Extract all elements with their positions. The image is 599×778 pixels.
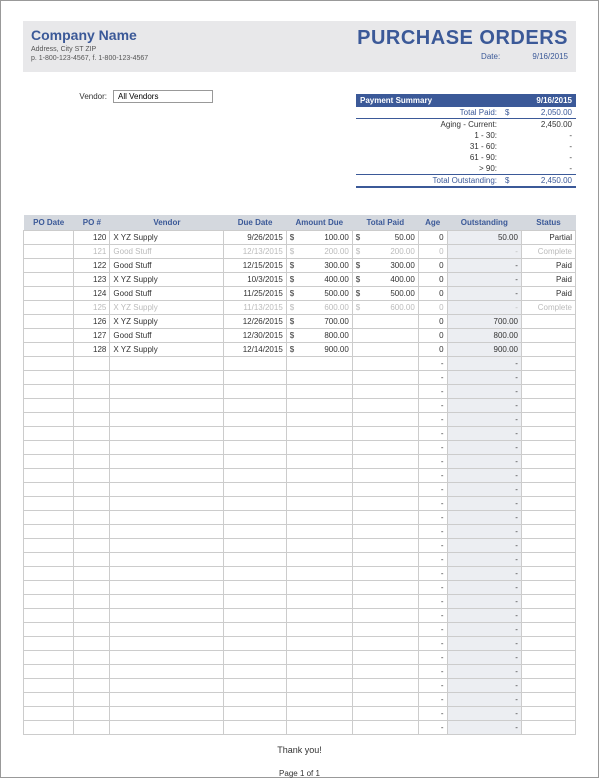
col-age: Age (418, 215, 447, 231)
company-phone: p. 1-800-123-4567, f. 1-800-123-4567 (31, 55, 148, 62)
table-row: -- (24, 567, 576, 581)
table-row: 126X YZ Supply12/26/2015$700.000700.00 (24, 315, 576, 329)
col-vendor: Vendor (110, 215, 224, 231)
company-address: Address, City ST ZIP (31, 46, 148, 53)
ps-aging-90plus: > 90: - (356, 163, 576, 174)
payment-summary: Payment Summary 9/16/2015 Total Paid: $ … (356, 94, 576, 188)
table-row: -- (24, 623, 576, 637)
table-row: -- (24, 665, 576, 679)
page-number: Page 1 of 1 (23, 769, 576, 778)
table-row: -- (24, 721, 576, 735)
table-row: -- (24, 693, 576, 707)
col-due-date: Due Date (224, 215, 286, 231)
table-row: 124Good Stuff11/25/2015$500.00$500.000-P… (24, 287, 576, 301)
ps-heading-date: 9/16/2015 (536, 96, 572, 105)
company-block: Company Name Address, City ST ZIP p. 1-8… (31, 27, 148, 62)
table-row: -- (24, 581, 576, 595)
table-row: -- (24, 427, 576, 441)
thank-you: Thank you! (23, 745, 576, 755)
vendor-input[interactable] (113, 90, 213, 103)
col-amount-due: Amount Due (286, 215, 352, 231)
ps-aging-current: Aging - Current: 2,450.00 (356, 119, 576, 130)
table-row: -- (24, 371, 576, 385)
table-row: -- (24, 399, 576, 413)
col-po-num: PO # (74, 215, 110, 231)
table-row: -- (24, 637, 576, 651)
page-title: PURCHASE ORDERS (357, 27, 568, 50)
table-row: -- (24, 525, 576, 539)
table-header-row: PO Date PO # Vendor Due Date Amount Due … (24, 215, 576, 231)
col-outstanding: Outstanding (447, 215, 521, 231)
table-row: -- (24, 539, 576, 553)
table-row: 120X YZ Supply9/26/2015$100.00$50.00050.… (24, 231, 576, 245)
table-row: -- (24, 511, 576, 525)
ps-total-outstanding: Total Outstanding: $ 2,450.00 (356, 174, 576, 188)
col-status: Status (521, 215, 575, 231)
table-row: -- (24, 483, 576, 497)
table-row: -- (24, 385, 576, 399)
ps-aging-61-90: 61 - 90: - (356, 152, 576, 163)
table-row: 127Good Stuff12/30/2015$800.000800.00 (24, 329, 576, 343)
table-row: 121Good Stuff12/13/2015$200.00$200.000-C… (24, 245, 576, 259)
table-row: -- (24, 441, 576, 455)
table-row: -- (24, 497, 576, 511)
col-po-date: PO Date (24, 215, 74, 231)
header-bar: Company Name Address, City ST ZIP p. 1-8… (23, 21, 576, 72)
date-value: 9/16/2015 (532, 52, 568, 61)
ps-aging-1-30: 1 - 30: - (356, 130, 576, 141)
vendor-label: Vendor: (23, 92, 113, 101)
table-row: -- (24, 595, 576, 609)
table-row: 123X YZ Supply10/3/2015$400.00$400.000-P… (24, 273, 576, 287)
table-row: -- (24, 357, 576, 371)
po-table: PO Date PO # Vendor Due Date Amount Due … (23, 215, 576, 735)
table-row: -- (24, 455, 576, 469)
table-row: -- (24, 553, 576, 567)
col-total-paid: Total Paid (352, 215, 418, 231)
payment-summary-header: Payment Summary 9/16/2015 (356, 94, 576, 107)
company-name: Company Name (31, 27, 148, 43)
table-row: -- (24, 413, 576, 427)
po-table-wrap: PO Date PO # Vendor Due Date Amount Due … (23, 215, 576, 735)
ps-aging-31-60: 31 - 60: - (356, 141, 576, 152)
table-row: -- (24, 651, 576, 665)
ps-heading: Payment Summary (360, 96, 432, 105)
header-date: Date: 9/16/2015 (357, 52, 568, 61)
ps-total-paid: Total Paid: $ 2,050.00 (356, 107, 576, 119)
title-block: PURCHASE ORDERS Date: 9/16/2015 (357, 27, 568, 61)
table-row: -- (24, 469, 576, 483)
table-row: 122Good Stuff12/15/2015$300.00$300.000-P… (24, 259, 576, 273)
table-row: -- (24, 707, 576, 721)
date-label: Date: (481, 52, 500, 61)
table-row: 128X YZ Supply12/14/2015$900.000900.00 (24, 343, 576, 357)
table-body: 120X YZ Supply9/26/2015$100.00$50.00050.… (24, 231, 576, 735)
table-row: -- (24, 679, 576, 693)
table-row: -- (24, 609, 576, 623)
table-row: 125X YZ Supply11/13/2015$600.00$600.000-… (24, 301, 576, 315)
